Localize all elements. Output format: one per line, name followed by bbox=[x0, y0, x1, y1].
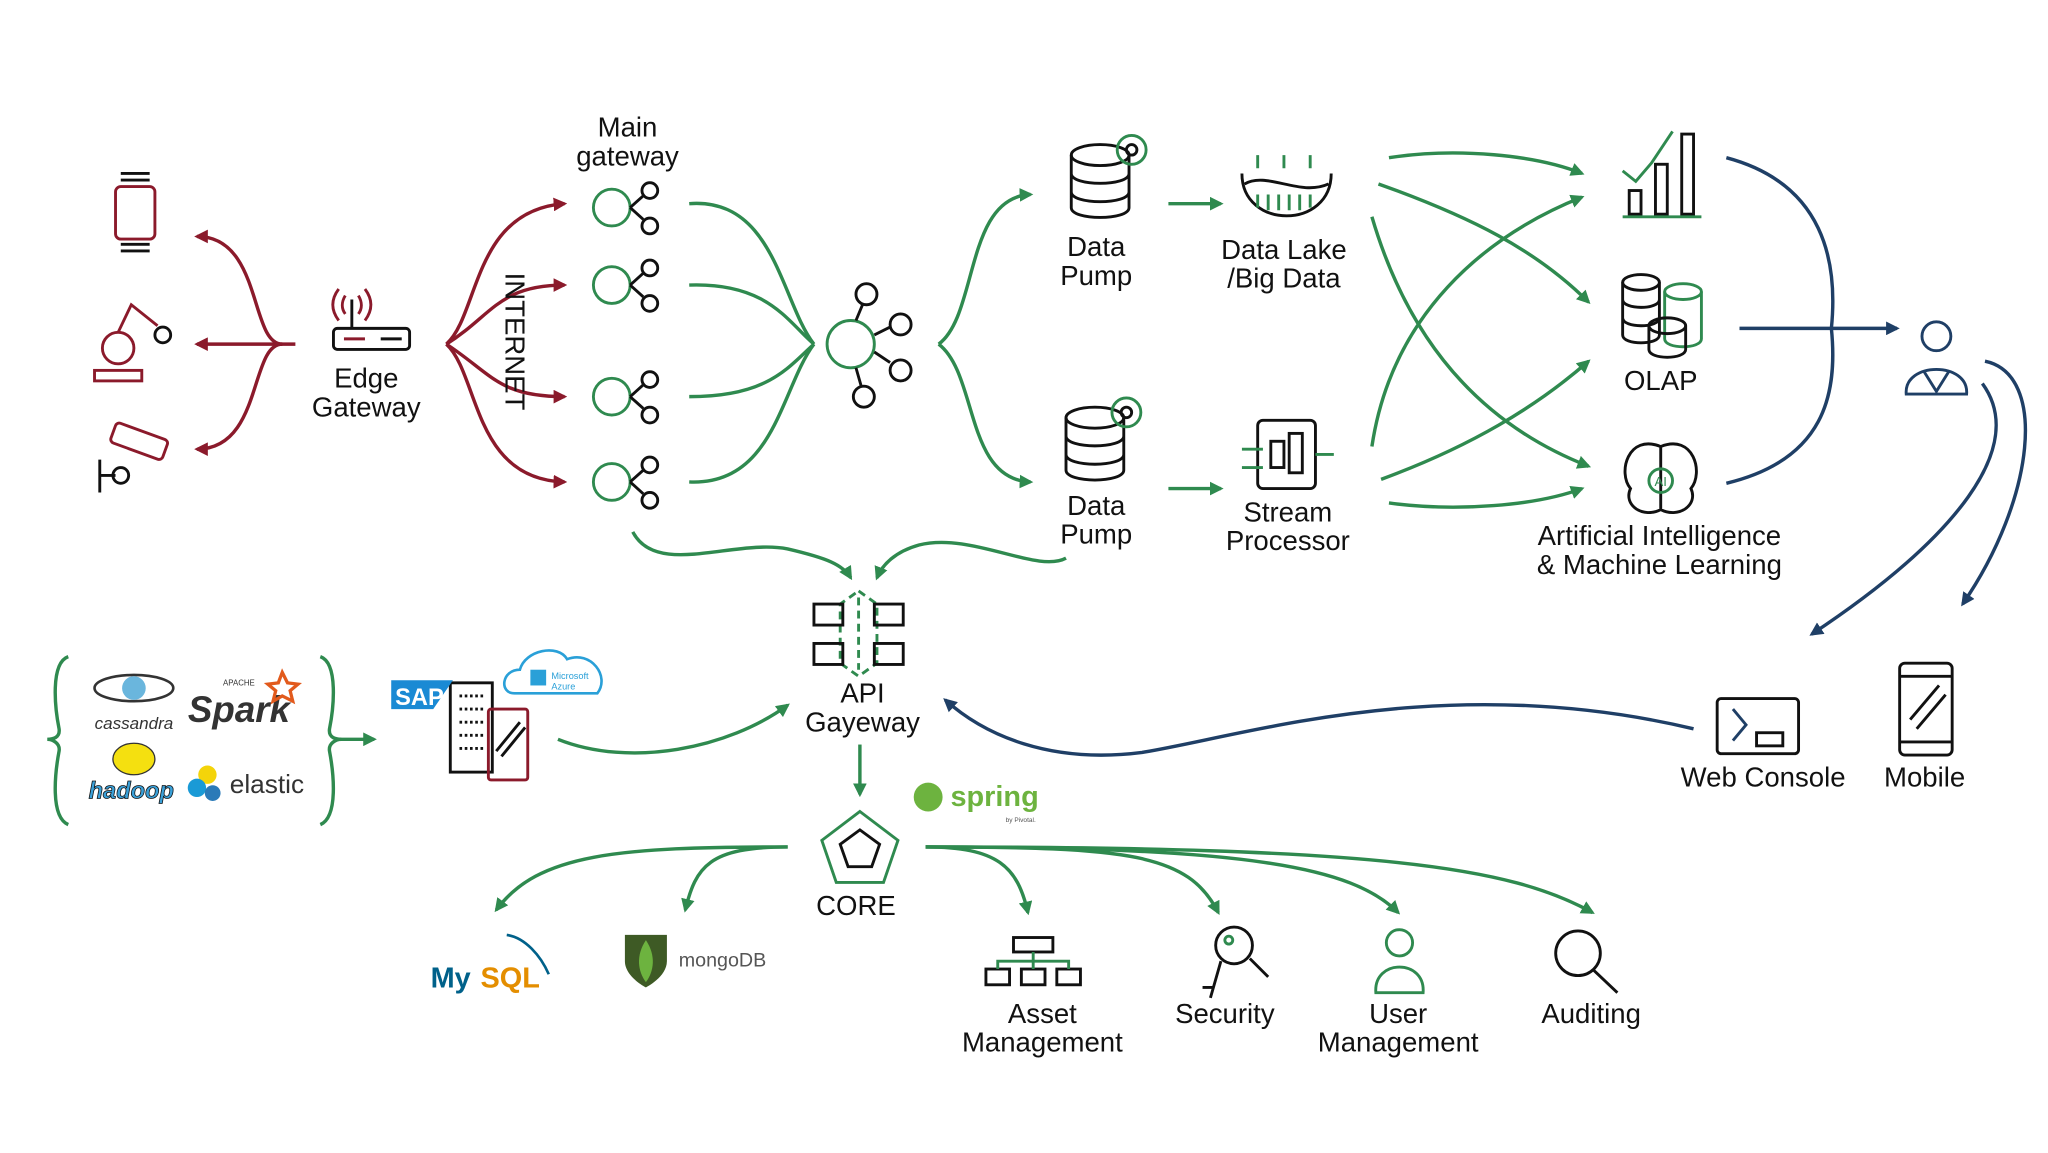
svg-text:Pump: Pump bbox=[1060, 519, 1132, 550]
asset-management-label: Asset bbox=[1008, 998, 1077, 1029]
sap-logo: SAP bbox=[391, 680, 453, 711]
smartwatch-icon bbox=[114, 172, 157, 253]
stream-processor-icon bbox=[1241, 418, 1334, 490]
data-pump-label: Data bbox=[1067, 231, 1126, 262]
api-gateway-icon bbox=[812, 589, 905, 679]
node-graph-icon bbox=[591, 258, 660, 313]
mobile-icon[interactable] bbox=[1898, 661, 1954, 757]
svg-text:Azure: Azure bbox=[551, 681, 575, 691]
olap-label: OLAP bbox=[1624, 365, 1698, 396]
svg-text:hadoop: hadoop bbox=[89, 778, 174, 804]
labels: Main gateway Edge Gateway INTERNET Data … bbox=[312, 112, 1965, 1058]
node-graph-icon bbox=[591, 455, 660, 510]
stream-processor-label: Stream bbox=[1243, 496, 1332, 527]
router-icon bbox=[331, 288, 412, 351]
azure-logo: MicrosoftAzure bbox=[503, 649, 603, 695]
svg-text:Management: Management bbox=[1318, 1027, 1479, 1058]
terminal-icon[interactable] bbox=[1715, 697, 1801, 756]
svg-text:Microsoft: Microsoft bbox=[551, 671, 589, 681]
mongodb-logo: mongoDB bbox=[624, 934, 767, 988]
spring-logo: spring by Pivotal. bbox=[913, 781, 1039, 824]
auditing-label: Auditing bbox=[1541, 998, 1641, 1029]
data-lake-icon bbox=[1240, 155, 1333, 218]
hub-icon bbox=[825, 282, 913, 409]
svg-text:Gayeway: Gayeway bbox=[805, 706, 920, 737]
svg-text:& Machine Learning: & Machine Learning bbox=[1537, 549, 1782, 580]
node-graph-icon bbox=[591, 370, 660, 425]
svg-text:/Big Data: /Big Data bbox=[1227, 263, 1341, 294]
main-gateway-nodes bbox=[591, 181, 660, 510]
olap-cubes-icon bbox=[1621, 273, 1703, 359]
api-gateway-label: API bbox=[840, 678, 884, 709]
cassandra-logo: cassandra bbox=[93, 673, 175, 733]
node-graph-icon bbox=[591, 181, 660, 236]
security-camera-icon bbox=[98, 421, 169, 493]
user-icon bbox=[1374, 928, 1425, 995]
robot-arm-icon bbox=[93, 302, 173, 383]
bar-chart-icon bbox=[1621, 130, 1702, 219]
building-icon bbox=[448, 681, 530, 782]
ai-badge: AI bbox=[1655, 474, 1667, 489]
spark-logo: APACHESpark bbox=[188, 668, 302, 730]
mysql-logo: My SQL bbox=[431, 933, 550, 994]
ai-ml-label: Artificial Intelligence bbox=[1538, 520, 1781, 551]
web-console-label: Web Console bbox=[1681, 762, 1846, 793]
mobile-label: Mobile bbox=[1884, 762, 1965, 793]
security-label: Security bbox=[1175, 998, 1275, 1029]
user-management-label: User bbox=[1369, 998, 1427, 1029]
core-label: CORE bbox=[816, 890, 896, 921]
data-lake-label: Data Lake bbox=[1221, 234, 1347, 265]
database-gear-icon bbox=[1069, 133, 1148, 219]
svg-text:elastic: elastic bbox=[230, 769, 304, 799]
svg-text:Processor: Processor bbox=[1226, 525, 1350, 556]
svg-text:APACHE: APACHE bbox=[223, 678, 255, 687]
svg-text:cassandra: cassandra bbox=[95, 714, 174, 733]
hadoop-logo: hadoop bbox=[88, 742, 174, 805]
svg-text:Management: Management bbox=[962, 1027, 1123, 1058]
svg-text:by Pivotal.: by Pivotal. bbox=[1006, 817, 1036, 824]
core-pentagon-icon bbox=[820, 809, 900, 884]
internet-label: INTERNET bbox=[499, 273, 530, 411]
architecture-diagram: AI SAP MicrosoftAzure cassandra APACHESp… bbox=[47, 112, 2028, 1058]
key-icon bbox=[1202, 925, 1270, 999]
svg-text:Gateway: Gateway bbox=[312, 391, 421, 422]
main-gateway-label: Main bbox=[598, 112, 658, 143]
brain-icon: AI bbox=[1623, 442, 1698, 514]
edge-gateway-label: Edge bbox=[334, 362, 398, 393]
data-pump-label: Data bbox=[1067, 490, 1126, 521]
elastic-logo: elastic bbox=[187, 765, 304, 801]
svg-text:gateway: gateway bbox=[576, 141, 679, 172]
svg-text:Pump: Pump bbox=[1060, 260, 1132, 291]
svg-text:mongoDB: mongoDB bbox=[679, 949, 767, 971]
magnifier-icon bbox=[1554, 929, 1619, 994]
svg-text:spring: spring bbox=[950, 781, 1038, 813]
svg-text:SQL: SQL bbox=[480, 962, 539, 994]
database-gear-icon bbox=[1064, 396, 1143, 482]
user-icon bbox=[1904, 320, 1969, 396]
hierarchy-icon bbox=[984, 936, 1082, 987]
svg-text:SAP: SAP bbox=[395, 685, 444, 711]
svg-text:My: My bbox=[431, 962, 471, 994]
